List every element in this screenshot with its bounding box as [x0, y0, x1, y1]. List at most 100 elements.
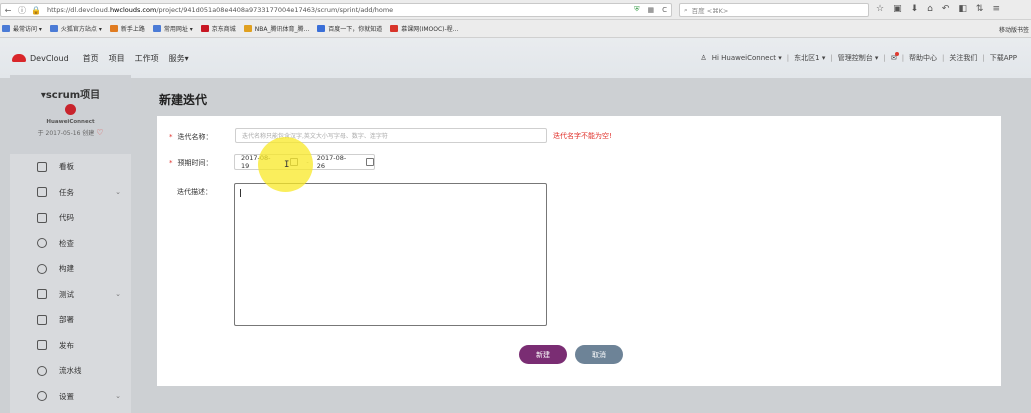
text-caret [240, 189, 241, 197]
console-menu[interactable]: 管理控制台 ▾ [838, 53, 879, 63]
release-icon [37, 340, 47, 351]
undo-icon[interactable]: ↶ [942, 4, 950, 14]
bookmark-icon [2, 25, 10, 32]
heart-icon[interactable]: ♡ [96, 128, 103, 137]
project-title[interactable]: ▾scrum项目 [10, 86, 131, 101]
project-org: HuaweiConnect [46, 119, 95, 125]
bookmark-label: 最常访问 ▾ [13, 26, 42, 33]
search-input[interactable]: ⌕ 百度 <⌘K> [679, 3, 869, 17]
reader-icon[interactable]: ▣ [893, 4, 902, 14]
sprint-description-textarea[interactable] [234, 183, 547, 326]
url-domain: hwclouds.com [109, 6, 157, 14]
sidebar-item-label: 流水线 [59, 366, 82, 376]
download-app-link[interactable]: 下载APP [990, 53, 1017, 63]
sidebar: ▾scrum项目 HuaweiConnect 于 2017-05-16 创建 ♡… [10, 75, 131, 413]
sidebar-item[interactable]: 发布 [10, 333, 131, 359]
required-mark: * [169, 159, 173, 167]
sidebar-item-label: 代码 [59, 213, 74, 223]
sidebar-item-label: 部署 [59, 315, 74, 325]
sidebar-item-label: 设置 [59, 391, 74, 401]
home-icon[interactable]: ⌂ [927, 4, 933, 14]
brand-logo[interactable]: DevCloud [12, 54, 69, 63]
calendar-icon[interactable] [366, 158, 375, 166]
created-date: 于 2017-05-16 创建 [37, 130, 95, 137]
sidebar-item[interactable]: 流水线 [10, 358, 131, 384]
bookmark-item[interactable]: NBA_腾讯体育_腾... [243, 24, 310, 33]
nav-projects[interactable]: 项目 [109, 53, 125, 64]
project-created: 于 2017-05-16 创建 ♡ [10, 128, 131, 137]
top-nav: 首页 项目 工作项 服务▾ [83, 53, 189, 64]
download-icon[interactable]: ⬇ [911, 4, 919, 14]
mail-icon[interactable]: ✉ [891, 52, 899, 62]
divider: | [883, 54, 886, 62]
nav-work-items[interactable]: 工作项 [135, 53, 159, 64]
sidebar-item[interactable]: 任务 ⌄ [10, 180, 131, 206]
name-error-message: 迭代名字不能为空! [553, 132, 612, 140]
required-mark: * [169, 133, 173, 141]
bookmark-item[interactable]: 京东商城 [200, 24, 236, 33]
nav-home[interactable]: 首页 [83, 53, 99, 64]
extension-icon[interactable]: ◧ [958, 4, 967, 14]
url-prefix: https://dl.devcloud. [47, 6, 110, 14]
devcloud-logo-icon [12, 54, 26, 62]
back-arrow-icon[interactable]: ← [1, 6, 15, 15]
sidebar-item[interactable]: 检查 [10, 231, 131, 257]
star-icon[interactable]: ☆ [876, 4, 884, 14]
url-text[interactable]: https://dl.devcloud.hwclouds.com/project… [47, 6, 393, 14]
sidebar-item-label: 测试 [59, 289, 74, 299]
follow-link[interactable]: 关注我们 [949, 53, 977, 63]
chevron-down-icon[interactable]: ⌄ [115, 188, 121, 196]
notification-dot [894, 52, 899, 56]
divider: | [786, 54, 790, 62]
bookmark-item[interactable]: 常用网址 ▾ [152, 24, 193, 33]
check-icon [37, 238, 47, 249]
cancel-button[interactable]: 取消 [575, 345, 623, 364]
lock-icon: 🔒 [31, 5, 41, 15]
bookmark-label: 新手上路 [120, 26, 145, 33]
sidebar-item-label: 构建 [59, 264, 74, 274]
region-select[interactable]: 东北区1 ▾ [794, 53, 825, 63]
sidebar-item-label: 发布 [59, 340, 74, 350]
create-button[interactable]: 新建 [519, 345, 567, 364]
nav-services[interactable]: 服务▾ [169, 53, 189, 64]
user-menu[interactable]: Hi HuaweiConnect ▾ [712, 54, 782, 62]
chevron-down-icon[interactable]: ⌄ [115, 392, 121, 400]
reload-icon[interactable]: C [662, 6, 667, 14]
sidebar-item[interactable]: 测试 ⌄ [10, 282, 131, 308]
app-header: DevCloud 首页 项目 工作项 服务▾ ♙ Hi HuaweiConnec… [0, 38, 1031, 78]
bookmark-icon [243, 25, 252, 32]
sidebar-item-label: 任务 [59, 187, 74, 197]
qr-icon[interactable]: ▦ [647, 6, 654, 14]
end-date-input[interactable]: 2017-08-26 [317, 154, 354, 170]
bookmark-icon [152, 25, 161, 32]
page-title: 新建迭代 [159, 93, 208, 107]
sidebar-item[interactable]: 部署 [10, 307, 131, 333]
sidebar-item[interactable]: 构建 [10, 256, 131, 282]
desc-label-row: 迭代描述： [177, 187, 221, 197]
bookmark-item[interactable]: 火狐官方站点 ▾ [49, 24, 102, 33]
bookmark-icon [109, 25, 118, 32]
bookmark-item[interactable]: 新手上路 [109, 24, 145, 33]
pipeline-icon [37, 365, 47, 376]
sync-icon[interactable]: ⇅ [976, 4, 984, 14]
bookmark-label: 慕课网(IMOOC)-程... [401, 26, 459, 33]
toolbar-icons: ☆ ▣ ⬇ ⌂ ↶ ◧ ⇅ ≡ [876, 4, 1000, 14]
mobile-bookmarks[interactable]: 移动版书签 [999, 25, 1029, 34]
sidebar-item[interactable]: 代码 [10, 205, 131, 231]
address-bar[interactable]: ← ⓘ 🔒 https://dl.devcloud.hwclouds.com/p… [0, 3, 672, 17]
sidebar-item[interactable]: 设置 ⌄ [10, 384, 131, 410]
bookmark-item[interactable]: 最常访问 ▾ [2, 24, 42, 33]
chevron-down-icon[interactable]: ⌄ [115, 290, 121, 298]
menu-icon[interactable]: ≡ [992, 4, 1000, 14]
bookmark-icon [390, 25, 399, 32]
bookmark-item[interactable]: 百度一下，你就知道 [317, 24, 382, 33]
bookmark-label: NBA_腾讯体育_腾... [254, 26, 310, 33]
shield-icon[interactable]: ⛨ [634, 5, 639, 14]
task-icon [37, 187, 47, 198]
info-icon[interactable]: ⓘ [15, 5, 29, 16]
divider: | [830, 54, 833, 62]
help-link[interactable]: 帮助中心 [909, 53, 937, 63]
sidebar-item[interactable]: 看板 [10, 154, 131, 180]
bookmark-item[interactable]: 慕课网(IMOOC)-程... [390, 24, 458, 33]
user-icon: ♙ [700, 54, 707, 62]
